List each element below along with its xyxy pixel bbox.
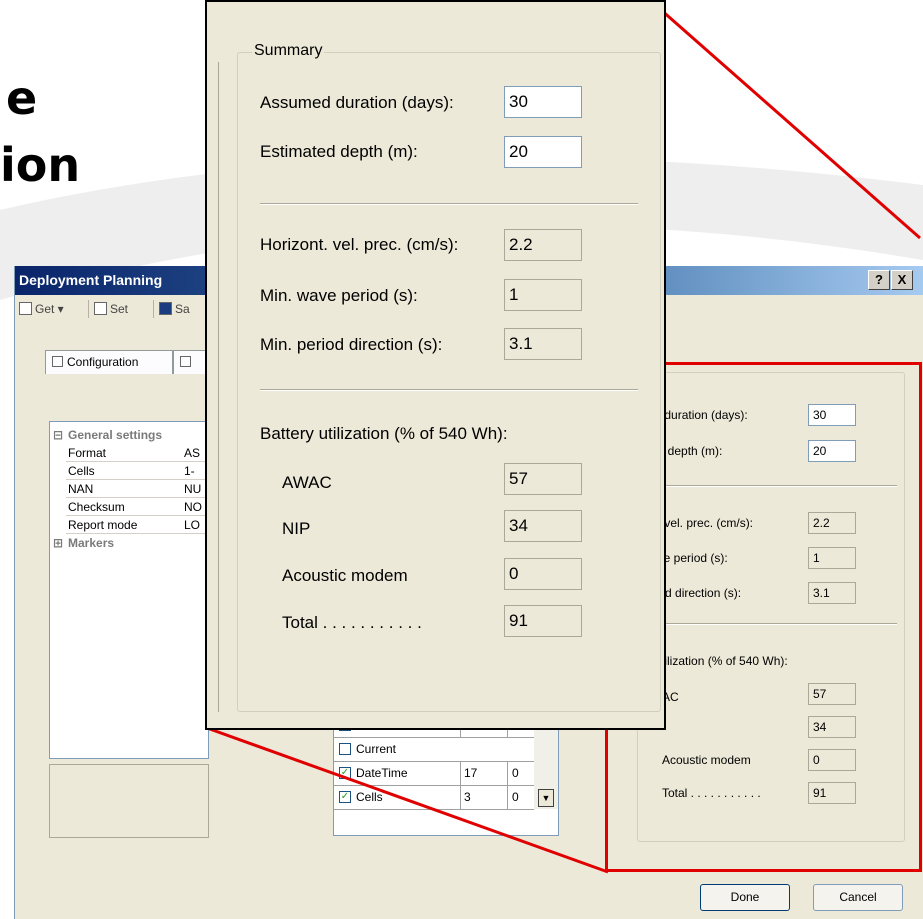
summary-group: Summary Assumed duration (days): 30 Esti… xyxy=(237,42,661,712)
divider xyxy=(260,203,638,205)
assumed-duration-field[interactable]: 30 xyxy=(808,404,856,426)
row-checkbox[interactable]: ✓ xyxy=(339,767,351,779)
acoustic-label: Acoustic modem xyxy=(282,566,408,585)
acoustic-field: 0 xyxy=(504,558,582,590)
awac-field: 57 xyxy=(808,683,856,705)
nip-field: 34 xyxy=(504,510,582,542)
properties-icon xyxy=(180,356,191,367)
min-period-dir-field: 3.1 xyxy=(808,582,856,604)
table-row[interactable]: Current xyxy=(334,737,558,761)
total-label: Total . . . . . . . . . . . xyxy=(662,786,761,800)
row-checkbox[interactable]: ✓ xyxy=(339,791,351,803)
min-wave-label: Min. wave period (s): xyxy=(260,286,418,305)
table-row[interactable]: ✓ DateTime 17 0 xyxy=(334,761,558,785)
battery-label: y utilization (% of 540 Wh): xyxy=(645,654,788,668)
horizont-vel-field: 2.2 xyxy=(808,512,856,534)
marker-table: ✓ BadSurfs 6 0 Current ✓ DateTime 17 0 ✓… xyxy=(333,712,559,836)
save-button[interactable]: Sa xyxy=(159,302,190,316)
get-icon xyxy=(19,302,32,315)
description-box xyxy=(49,764,209,838)
tab-configuration[interactable]: Configuration xyxy=(45,350,173,374)
property-row[interactable]: NAN NU xyxy=(50,480,208,498)
estimated-depth-label: Estimated depth (m): xyxy=(260,142,418,161)
total-label: Total . . . . . . . . . . . xyxy=(282,613,422,632)
property-row[interactable]: Format AS xyxy=(50,444,208,462)
property-row[interactable]: Cells 1- xyxy=(50,462,208,480)
estimated-depth-input[interactable]: 20 xyxy=(504,136,582,168)
close-button[interactable]: X xyxy=(891,270,913,290)
zoomed-summary-panel: Summary Assumed duration (days): 30 Esti… xyxy=(205,0,666,730)
save-icon xyxy=(159,302,172,315)
min-wave-field: 1 xyxy=(504,279,582,311)
cancel-button[interactable]: Cancel xyxy=(813,884,903,911)
category-markers[interactable]: ⊞ Markers xyxy=(50,534,208,552)
horizont-vel-field: 2.2 xyxy=(504,229,582,261)
property-row[interactable]: Checksum NO xyxy=(50,498,208,516)
awac-label: AWAC xyxy=(282,473,332,492)
total-field: 91 xyxy=(504,605,582,637)
window-title: Deployment Planning xyxy=(19,272,163,288)
estimated-depth-field[interactable]: 20 xyxy=(808,440,856,462)
awac-field: 57 xyxy=(504,463,582,495)
scroll-down-arrow-icon[interactable]: ▼ xyxy=(538,789,554,807)
min-period-dir-label: Min. period direction (s): xyxy=(260,335,443,354)
slide-title-line2: ion xyxy=(0,138,81,192)
nip-label: NIP xyxy=(282,519,311,538)
total-field: 91 xyxy=(808,782,856,804)
battery-label: Battery utilization (% of 540 Wh): xyxy=(260,424,508,443)
done-button[interactable]: Done xyxy=(700,884,790,911)
slide-title-line1: e xyxy=(6,71,38,125)
row-checkbox[interactable] xyxy=(339,743,351,755)
min-wave-field: 1 xyxy=(808,547,856,569)
assumed-duration-input[interactable]: 30 xyxy=(504,86,582,118)
get-button[interactable]: Get ▾ xyxy=(19,302,64,316)
horizont-vel-label: Horizont. vel. prec. (cm/s): xyxy=(260,235,459,254)
set-button[interactable]: Set xyxy=(94,302,128,316)
set-icon xyxy=(94,302,107,315)
min-period-dir-field: 3.1 xyxy=(504,328,582,360)
checkbox-icon xyxy=(52,356,63,367)
acoustic-field: 0 xyxy=(808,749,856,771)
summary-legend: Summary xyxy=(252,42,325,60)
assumed-duration-label: Assumed duration (days): xyxy=(260,93,454,112)
summary-group-small: ry ied duration (days): 30 ited depth (m… xyxy=(637,365,905,842)
divider xyxy=(260,389,638,391)
table-row[interactable]: ✓ Cells 3 0 xyxy=(334,785,558,809)
acoustic-label: Acoustic modem xyxy=(662,753,751,767)
property-row[interactable]: Report mode LO xyxy=(50,516,208,534)
help-button[interactable]: ? xyxy=(868,270,890,290)
category-general-settings[interactable]: ⊟ General settings xyxy=(50,426,208,444)
property-grid: ⊟ General settings Format AS Cells 1- NAN N… xyxy=(49,421,209,759)
nip-field: 34 xyxy=(808,716,856,738)
